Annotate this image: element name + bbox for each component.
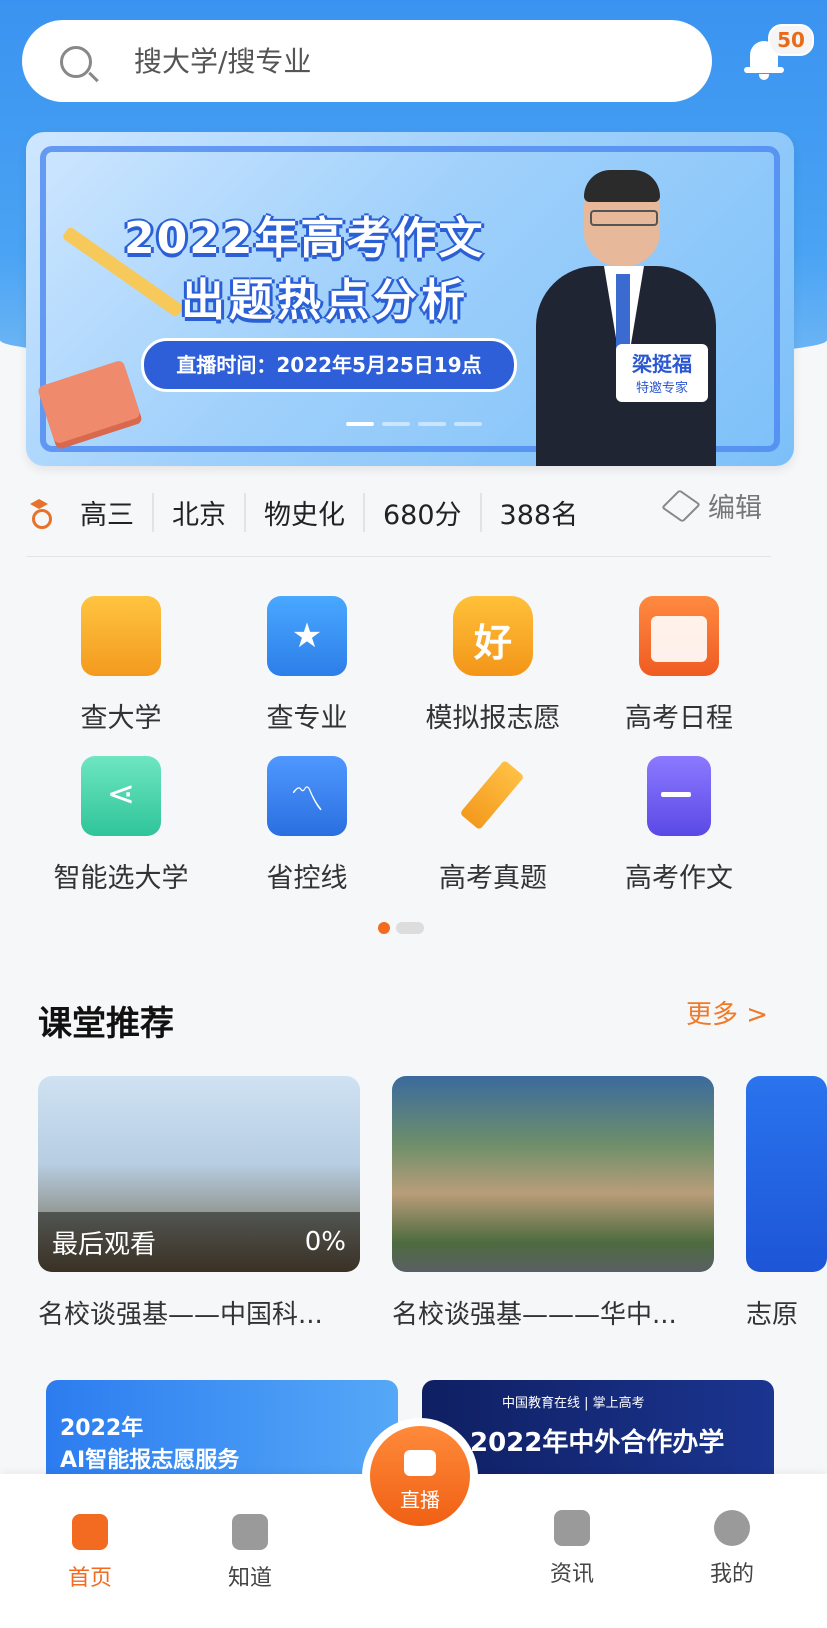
tab-label: 资讯 (549, 1562, 594, 1587)
menu-page-indicator (378, 922, 424, 934)
search-input[interactable] (132, 38, 696, 84)
edit-profile-button[interactable]: 编辑 (660, 486, 762, 525)
graduate-cap-icon (26, 499, 54, 529)
divider (26, 556, 771, 557)
menu-item-control-line[interactable]: 〽 省控线 (212, 756, 402, 895)
live-chat-icon (404, 1450, 436, 1476)
speaker-namecard: 梁挺福 特邀专家 (616, 344, 708, 402)
menu-item-label: 省控线 (266, 863, 348, 894)
menu-item-label: 高考作文 (625, 863, 733, 894)
menu-item-find-major[interactable]: ★ 查专业 (212, 596, 402, 735)
course-card[interactable]: 志原 (746, 1076, 827, 1331)
course-title: 名校谈强基———华中... (392, 1300, 677, 1330)
profile-region: 北京 (152, 492, 244, 532)
course-title: 志原 (746, 1300, 799, 1330)
tab-news[interactable]: 资讯 (512, 1510, 632, 1588)
share-folder-icon: ⋖ (81, 756, 161, 836)
calendar-icon (639, 596, 719, 676)
tab-profile[interactable]: 我的 (672, 1510, 792, 1588)
tab-label: 知道 (227, 1566, 272, 1591)
course-thumbnail (746, 1076, 827, 1272)
menu-item-exam-schedule[interactable]: 高考日程 (584, 596, 774, 735)
document-icon (647, 756, 711, 836)
line-chart-icon: 〽 (267, 756, 347, 836)
menu-item-label: 智能选大学 (53, 863, 189, 894)
edit-label: 编辑 (708, 493, 762, 524)
menu-item-smart-select[interactable]: ⋖ 智能选大学 (26, 756, 216, 895)
last-watched-label: 最后观看 (52, 1229, 157, 1260)
tab-live[interactable]: 直播 (362, 1418, 478, 1534)
menu-item-label: 查大学 (80, 703, 162, 734)
watch-progress-overlay: 最后观看 0% (38, 1212, 360, 1272)
promo-line2: AI智能报志愿服务 (60, 1448, 240, 1473)
profile-rank: 388名 (479, 492, 597, 532)
tab-home[interactable]: 首页 (30, 1514, 150, 1592)
search-bar[interactable] (22, 20, 712, 102)
watch-progress-value: 0% (304, 1227, 346, 1257)
banner-title-line2: 出题热点分析 (181, 275, 469, 326)
banner-title-line1: 2022年高考作文 (124, 213, 485, 264)
banner-live-time: 直播时间：2022年5月25日19点 (141, 338, 517, 392)
user-icon (714, 1510, 750, 1546)
promo-line1: 2022年 (60, 1416, 144, 1441)
profile-subjects: 物史化 (244, 492, 363, 532)
menu-item-label: 查专业 (266, 703, 348, 734)
section-title: 课堂推荐 (38, 1004, 174, 1044)
tab-label: 我的 (709, 1562, 754, 1587)
profile-score: 680分 (363, 492, 480, 532)
course-card[interactable]: 最后观看 0% 名校谈强基——中国科... (38, 1076, 360, 1331)
promo-line1: 2022年中外合作办学 (470, 1428, 725, 1458)
speaker-photo (536, 170, 716, 466)
speaker-role: 特邀专家 (635, 381, 688, 396)
menu-item-mock-application[interactable]: 好 模拟报志愿 (398, 596, 588, 735)
banner-carousel[interactable]: 2022年高考作文 出题热点分析 直播时间：2022年5月25日19点 梁挺福 … (26, 132, 794, 466)
menu-item-past-papers[interactable]: 高考真题 (398, 756, 588, 895)
promo-brand: 中国教育在线 | 掌上高考 (502, 1396, 645, 1411)
home-icon (72, 1514, 108, 1550)
school-building-icon (81, 596, 161, 676)
search-icon (60, 46, 92, 78)
course-thumbnail: 最后观看 0% (38, 1076, 360, 1272)
menu-item-essays[interactable]: 高考作文 (584, 756, 774, 895)
course-card[interactable]: 名校谈强基———华中... (392, 1076, 714, 1331)
course-thumbnail (392, 1076, 714, 1272)
good-badge-icon: 好 (453, 596, 533, 676)
pencil-icon (453, 756, 533, 836)
course-title: 名校谈强基——中国科... (38, 1300, 323, 1330)
more-link[interactable]: 更多 > (686, 994, 768, 1031)
menu-item-label: 高考日程 (625, 703, 733, 734)
book-icon (232, 1514, 268, 1550)
profile-grade: 高三 (80, 499, 134, 531)
menu-item-label: 高考真题 (439, 863, 547, 894)
notification-badge: 50 (768, 24, 814, 56)
news-icon (554, 1510, 590, 1546)
tab-label: 直播 (400, 1488, 440, 1512)
banner-page-indicator (346, 422, 482, 426)
star-book-icon: ★ (267, 596, 347, 676)
menu-item-find-university[interactable]: 查大学 (26, 596, 216, 735)
tab-label: 首页 (67, 1566, 112, 1591)
menu-item-label: 模拟报志愿 (425, 703, 561, 734)
speaker-name: 梁挺福 (632, 352, 692, 376)
tab-know[interactable]: 知道 (190, 1514, 310, 1592)
